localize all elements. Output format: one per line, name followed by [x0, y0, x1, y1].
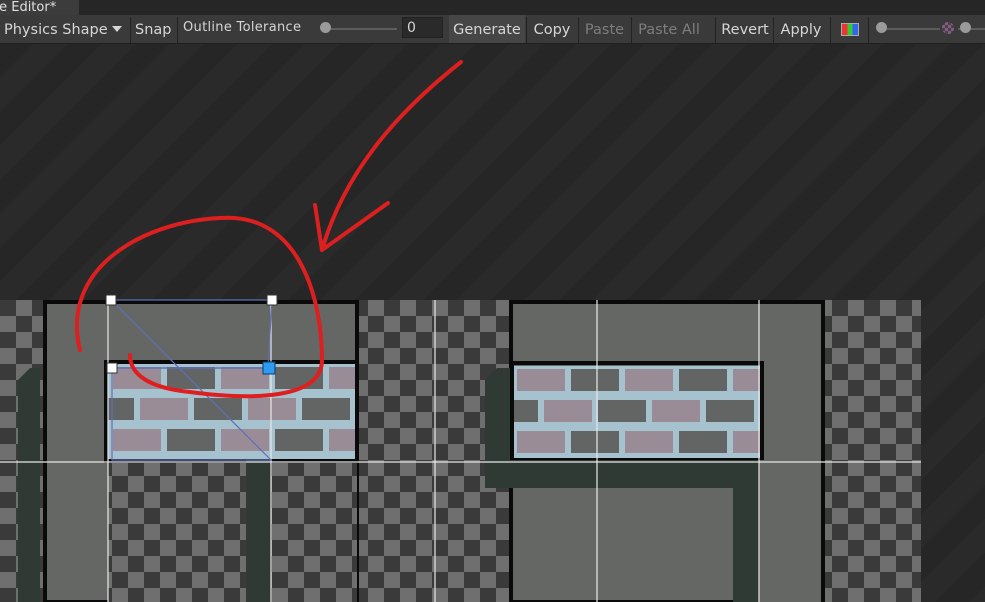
zoom-slider[interactable] [882, 28, 940, 30]
sprite-canvas[interactable] [0, 44, 985, 602]
zoom-slider-thumb[interactable] [876, 22, 887, 33]
arrow-head-annotation [313, 203, 324, 252]
paste-button[interactable]: Paste [580, 15, 629, 43]
window-title: te Editor* [0, 0, 57, 15]
window-title-tab[interactable]: te Editor* [0, 0, 79, 15]
apply-button[interactable]: Apply [776, 15, 826, 43]
toolbar-divider [177, 17, 178, 43]
generate-button[interactable]: Generate [449, 15, 525, 43]
toolbar-divider [631, 17, 632, 43]
snap-button[interactable]: Snap [135, 15, 171, 43]
checkerboard-icon [942, 22, 954, 34]
mode-dropdown[interactable]: Physics Shape [4, 15, 122, 43]
toolbar-divider [526, 17, 527, 43]
outline-tolerance-field[interactable]: 0 [402, 17, 443, 38]
toolbar-divider [830, 17, 831, 43]
mode-dropdown-label: Physics Shape [4, 22, 108, 38]
arrow-annotation [320, 60, 463, 252]
outline-tolerance-slider[interactable] [325, 28, 397, 30]
sprite-editor-toolbar: Physics Shape Snap Outline Tolerance 0 G… [0, 15, 985, 44]
chevron-down-icon [111, 26, 122, 32]
outline-tolerance-slider-thumb[interactable] [320, 22, 331, 33]
toolbar-divider [130, 17, 131, 43]
outline-vertex-handle[interactable] [266, 294, 278, 306]
revert-button[interactable]: Revert [719, 15, 771, 43]
paste-all-button[interactable]: Paste All [633, 15, 705, 43]
sprite-canvas-svg [0, 60, 921, 602]
selected-vertex-handle[interactable] [262, 361, 276, 375]
toolbar-divider [715, 17, 716, 43]
rgb-channels-icon[interactable] [841, 23, 859, 36]
toolbar-divider [868, 17, 869, 43]
copy-button[interactable]: Copy [529, 15, 575, 43]
sprite-sheet [0, 300, 921, 602]
outline-tolerance-label: Outline Tolerance [183, 20, 302, 35]
toolbar-divider [578, 17, 579, 43]
outline-vertex-handle[interactable] [106, 362, 118, 374]
outline-vertex-handle[interactable] [105, 294, 117, 306]
alpha-slider-thumb[interactable] [960, 22, 971, 33]
toolbar-divider [773, 17, 774, 43]
